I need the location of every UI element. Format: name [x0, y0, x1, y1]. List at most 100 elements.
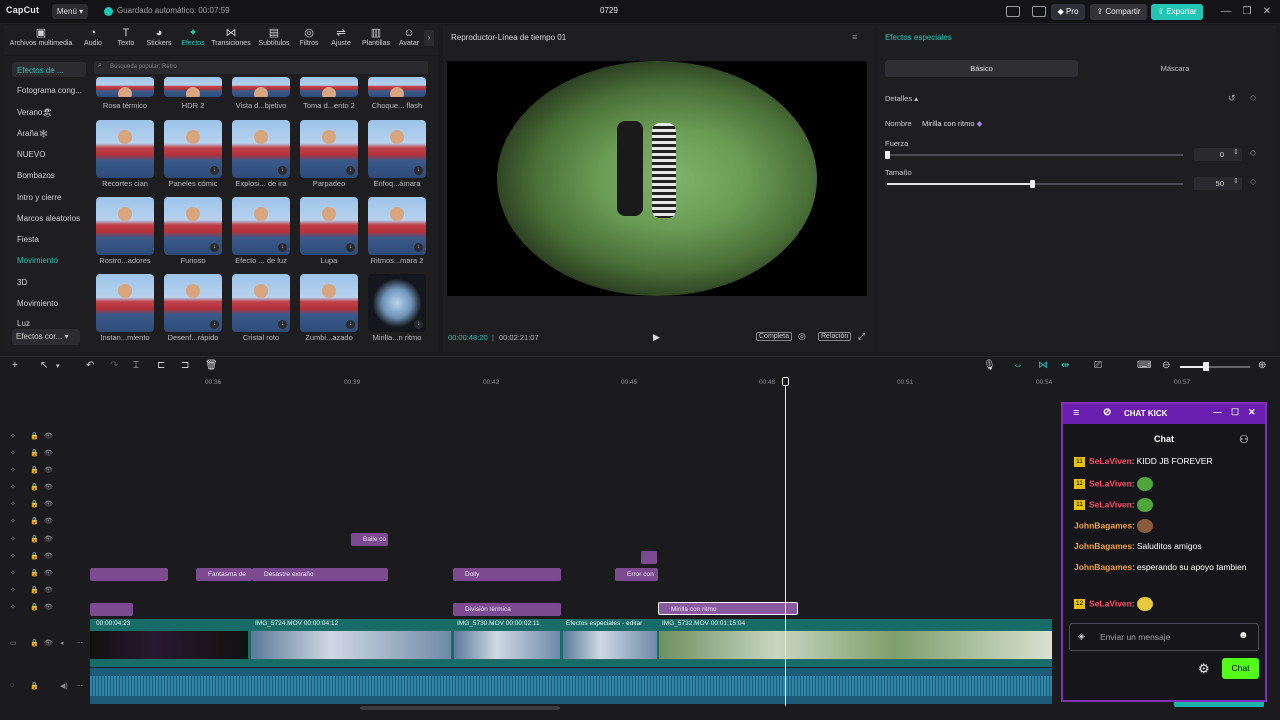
details-header[interactable]: Detalles ▴ — [885, 94, 918, 103]
cover-icon[interactable]: ◂ — [60, 639, 64, 647]
effect-track-icon[interactable]: ✧ — [10, 449, 16, 457]
effect-track-icon[interactable]: ✧ — [10, 603, 16, 611]
chat-message-input[interactable]: Enviar un mensaje — [1069, 623, 1259, 651]
fullscreen-mode-button[interactable]: Completa — [756, 332, 792, 341]
effect-thumbnail[interactable] — [368, 77, 426, 97]
timeline-ruler[interactable] — [90, 376, 1280, 390]
category-item[interactable]: 3D — [17, 278, 27, 287]
download-icon[interactable]: ↓ — [210, 166, 219, 175]
eye-icon[interactable]: 👁 — [44, 432, 53, 440]
keyframe-icon[interactable]: ◇ — [1250, 148, 1256, 157]
tab-mask[interactable]: Máscara — [1080, 60, 1270, 77]
search-input[interactable]: Búsqueda popular: Retro — [94, 61, 428, 74]
lock-icon[interactable]: 🔒 — [30, 682, 39, 690]
lock-icon[interactable]: 🔒 — [30, 535, 39, 543]
effect-clip[interactable] — [90, 603, 133, 616]
category-item[interactable]: Efectos de ... — [17, 66, 64, 75]
tool-filters[interactable]: ◎ Filtros — [296, 27, 322, 53]
playhead[interactable] — [785, 380, 786, 706]
gear-icon[interactable]: ⚙ — [1198, 661, 1210, 677]
tool-audio[interactable]: ◔ Audio — [80, 27, 106, 53]
toolbar-more-icon[interactable]: › — [424, 30, 434, 46]
category-item[interactable]: Marcos aleatorios — [17, 214, 80, 223]
tool-avatar[interactable]: ☺ Avatar — [396, 27, 422, 53]
download-icon[interactable]: ↓ — [278, 243, 287, 252]
category-item[interactable]: Luz — [17, 319, 30, 327]
size-stepper-icon[interactable]: ⇕ — [1233, 177, 1239, 185]
tool-stickers[interactable]: ◕ Stickers — [144, 27, 174, 53]
eye-icon[interactable]: 👁 — [44, 466, 53, 474]
effect-track-icon[interactable]: ✧ — [10, 535, 16, 543]
download-icon[interactable]: ↓ — [414, 243, 423, 252]
timeline-scrollbar[interactable] — [360, 706, 560, 710]
lock-icon[interactable]: 🔒 — [30, 586, 39, 594]
eye-icon[interactable]: 👁 — [44, 569, 53, 577]
zoom-slider-knob[interactable] — [1203, 362, 1209, 371]
tool-effects[interactable]: ✦ Efectos — [179, 27, 207, 53]
category-item[interactable]: Bombazos — [17, 171, 55, 180]
lock-icon[interactable]: 🔒 — [30, 569, 39, 577]
tool-text[interactable]: T Texto — [114, 27, 138, 53]
zoom-in-icon[interactable]: ⊕ — [1258, 360, 1266, 371]
category-item[interactable]: Intro y cierre — [17, 193, 61, 202]
effect-clip[interactable]: División térmica — [453, 603, 561, 616]
download-icon[interactable]: ↓ — [278, 166, 287, 175]
export-button[interactable]: ⇧ Exportar — [1151, 4, 1203, 20]
effect-track-icon[interactable]: ✧ — [10, 552, 16, 560]
pro-button[interactable]: ◆ Pro — [1051, 4, 1085, 20]
category-item[interactable]: Fotograma cong... — [17, 86, 82, 95]
download-icon[interactable]: ↓ — [346, 243, 355, 252]
preview-axis-icon[interactable]: ⎚ — [1094, 360, 1102, 371]
effect-clip[interactable]: Desastre extraño — [252, 568, 388, 581]
zoom-out-icon[interactable]: ⊖ — [1162, 360, 1170, 371]
effect-track-icon[interactable]: ✧ — [10, 517, 16, 525]
effect-thumbnail[interactable] — [96, 77, 154, 97]
trim-right-icon[interactable]: ⊐ — [181, 360, 189, 371]
chat-send-button[interactable]: Chat — [1222, 658, 1259, 679]
download-icon[interactable]: ↓ — [346, 166, 355, 175]
effect-track-icon[interactable]: ✧ — [10, 483, 16, 491]
tab-basic[interactable]: Básico — [885, 60, 1078, 77]
layout-icon[interactable] — [1006, 6, 1020, 17]
expand-icon[interactable]: ⤢ — [858, 331, 865, 342]
chat-username[interactable]: SeLaViven — [1089, 478, 1132, 488]
strength-slider-track[interactable] — [887, 154, 1183, 156]
effect-thumbnail[interactable] — [300, 77, 358, 97]
effect-track-icon[interactable]: ✧ — [10, 500, 16, 508]
lock-icon[interactable]: 🔒 — [30, 517, 39, 525]
category-item[interactable]: Fiesta — [17, 235, 39, 244]
effect-thumbnail[interactable] — [96, 274, 154, 332]
audio-track-icon[interactable]: ◌ — [10, 682, 14, 689]
delete-icon[interactable]: 🗑 — [205, 360, 218, 371]
tool-subtitles[interactable]: ▤ Subtítulos — [256, 27, 292, 53]
tool-templates[interactable]: ▥ Plantillas — [360, 27, 392, 53]
more-icon[interactable]: ⋯ — [76, 639, 83, 647]
effect-track-icon[interactable]: ✧ — [10, 569, 16, 577]
lock-icon[interactable]: 🔒 — [30, 432, 39, 440]
effect-clip[interactable]: Baile co — [351, 533, 388, 546]
menu-button[interactable]: Menú ▾ — [52, 4, 88, 19]
caption-icon[interactable]: ⌨ — [1137, 360, 1151, 371]
download-icon[interactable]: ↓ — [210, 243, 219, 252]
aspect-ratio-button[interactable]: Relación — [818, 332, 852, 341]
category-item[interactable]: Movimiento — [17, 299, 58, 308]
eye-icon[interactable]: 👁 — [44, 517, 53, 525]
close-icon[interactable]: ✕ — [1259, 4, 1275, 20]
lock-icon[interactable]: 🔒 — [30, 449, 39, 457]
minimize-icon[interactable]: — — [1213, 407, 1222, 417]
effect-track-icon[interactable]: ✧ — [10, 466, 16, 474]
download-icon[interactable]: ↓ — [414, 166, 423, 175]
tool-media[interactable]: ▣ Archivos multimedia — [8, 27, 74, 53]
lock-icon[interactable]: 🔒 — [30, 483, 39, 491]
shortcuts-icon[interactable] — [1032, 6, 1046, 17]
lock-icon[interactable]: 🔒 — [30, 603, 39, 611]
effect-clip[interactable]: Dolly — [453, 568, 561, 581]
eye-icon[interactable]: 👁 — [44, 500, 53, 508]
effect-thumbnail[interactable] — [96, 120, 154, 178]
select-tool-icon[interactable]: ↖ — [40, 360, 48, 371]
hamburger-icon[interactable]: ≡ — [1073, 407, 1079, 419]
category-item[interactable]: NUEVO — [17, 150, 45, 159]
eye-icon[interactable]: 👁 — [44, 639, 53, 647]
effect-thumbnail[interactable] — [164, 77, 222, 97]
effect-thumbnail[interactable] — [232, 77, 290, 97]
